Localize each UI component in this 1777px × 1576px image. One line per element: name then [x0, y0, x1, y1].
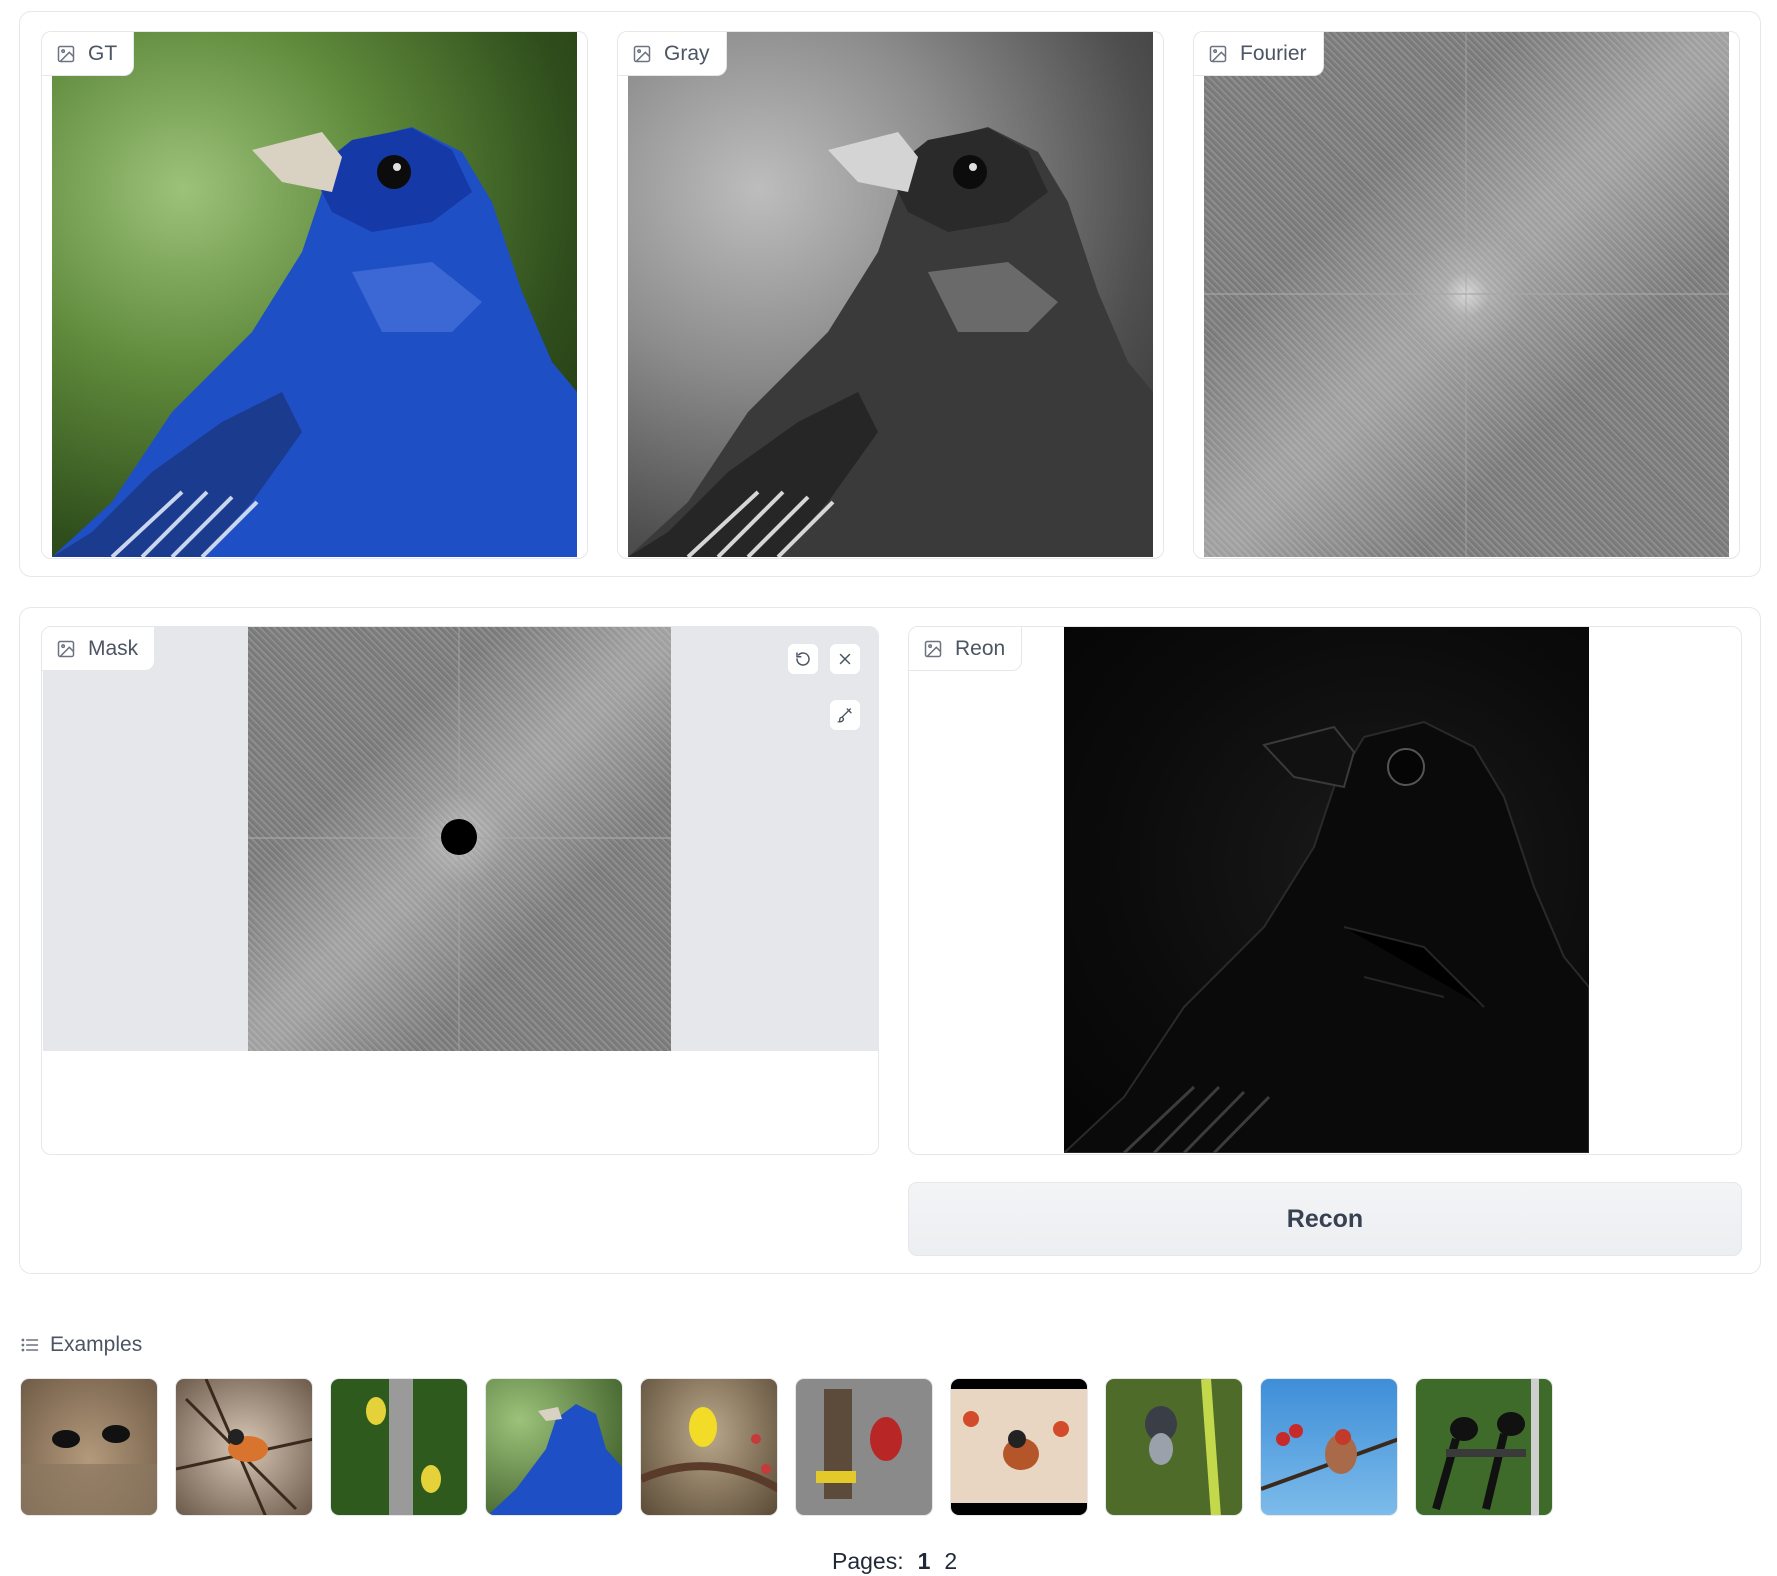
brush-button[interactable]: [829, 699, 861, 731]
mask-label: Mask: [42, 627, 156, 671]
gt-bird-image: [52, 32, 577, 558]
recon-output-image: [1061, 627, 1590, 1154]
gt-image-block: GT: [41, 31, 588, 559]
recon-image-block: Reon: [908, 626, 1742, 1155]
gray-label: Gray: [618, 32, 727, 76]
fourier-label-text: Fourier: [1240, 41, 1307, 65]
example-thumbnail[interactable]: [950, 1378, 1088, 1516]
example-thumbnail[interactable]: [640, 1378, 778, 1516]
image-icon: [1209, 45, 1227, 62]
undo-button[interactable]: [787, 643, 819, 675]
fourier-image-block: Fourier: [1193, 31, 1740, 559]
gray-bird-image: [628, 32, 1153, 558]
fourier-spectrum-image: [1204, 32, 1729, 557]
example-thumbnail[interactable]: [1105, 1378, 1243, 1516]
clear-button[interactable]: [829, 643, 861, 675]
undo-icon: [796, 652, 810, 666]
gray-label-text: Gray: [664, 41, 710, 65]
gt-label-text: GT: [88, 41, 118, 65]
example-thumbnail[interactable]: [485, 1378, 623, 1516]
example-thumbnail[interactable]: [1260, 1378, 1398, 1516]
page-1-link[interactable]: 1: [918, 1548, 931, 1575]
mask-editor-block[interactable]: Mask: [41, 626, 879, 1155]
recon-label-text: Reon: [955, 636, 1006, 660]
image-icon: [57, 640, 75, 657]
pagination: Pages: 1 2: [832, 1548, 957, 1575]
mask-fourier-image[interactable]: [248, 627, 671, 1051]
image-icon: [57, 45, 75, 62]
recon-button[interactable]: Recon: [908, 1182, 1742, 1256]
example-thumbnail[interactable]: [330, 1378, 468, 1516]
recon-label: Reon: [909, 627, 1023, 671]
list-icon: [21, 1338, 39, 1352]
brush-icon: [836, 708, 852, 723]
image-icon: [924, 640, 942, 657]
page-2-link[interactable]: 2: [944, 1548, 957, 1575]
pagination-label: Pages:: [832, 1548, 904, 1574]
image-icon: [633, 45, 651, 62]
mask-dot: [441, 819, 477, 855]
mask-label-text: Mask: [88, 636, 139, 660]
example-thumbnail[interactable]: [1415, 1378, 1553, 1516]
mask-canvas-area[interactable]: [43, 627, 878, 1051]
gray-image-block: Gray: [617, 31, 1164, 559]
examples-label-text: Examples: [50, 1333, 143, 1356]
fourier-label: Fourier: [1194, 32, 1324, 76]
example-thumbnail[interactable]: [795, 1378, 933, 1516]
example-thumbnail[interactable]: [175, 1378, 313, 1516]
examples-header: Examples: [20, 1333, 142, 1357]
close-icon: [839, 653, 851, 665]
example-thumbnail[interactable]: [20, 1378, 158, 1516]
gt-label: GT: [42, 32, 135, 76]
